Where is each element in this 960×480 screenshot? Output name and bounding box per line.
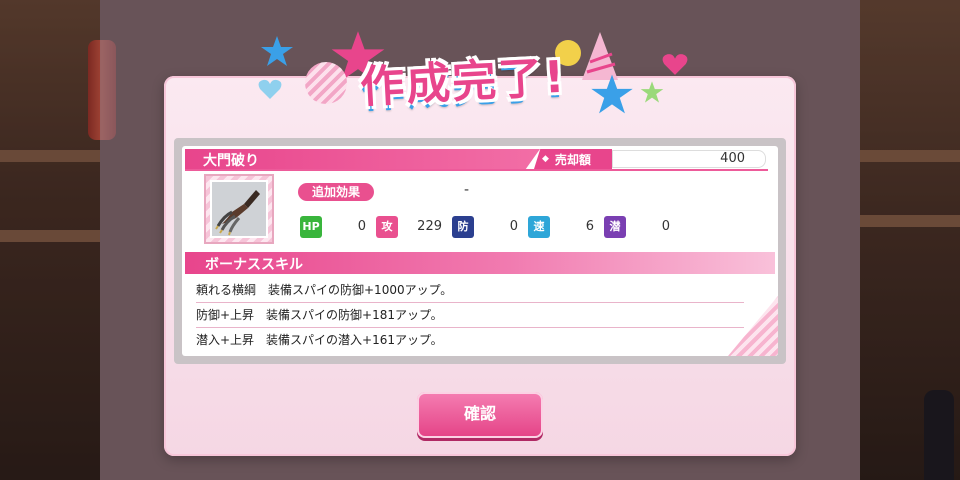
- striped-circle-decoration: [305, 62, 347, 104]
- stat-attack-badge: 攻: [376, 216, 398, 238]
- item-detail-frame: 大門破り ◆ 売却額 400 追加効果 - HP 0 攻 229 防 0 速 6…: [174, 138, 786, 364]
- stat-hp-badge: HP: [300, 216, 322, 238]
- stat-defense-value: 0: [509, 219, 518, 234]
- dialog-title: 作成完了!: [359, 51, 568, 114]
- diamond-icon: ◆: [542, 154, 549, 164]
- stat-speed-value: 6: [585, 219, 594, 234]
- item-name-bar: 大門破り: [185, 149, 540, 169]
- heart-icon: [258, 79, 282, 99]
- star-icon: [591, 74, 633, 114]
- stat-speed-badge: 速: [528, 216, 550, 238]
- stat-hp-value: 0: [357, 219, 366, 234]
- sell-value: 400: [612, 150, 766, 168]
- star-icon: [261, 36, 293, 66]
- claw-weapon-icon: [215, 190, 260, 236]
- stat-attack-value: 229: [417, 219, 442, 234]
- bonus-skill-row: 防御+上昇 装備スパイの防御+181アップ。: [196, 303, 744, 328]
- star-icon: [640, 81, 664, 103]
- title-banner: 作成完了!: [250, 26, 710, 136]
- heart-icon: [662, 54, 688, 75]
- bonus-skill-header: ボーナススキル: [185, 252, 775, 274]
- bonus-skill-row: 潜入+上昇 装備スパイの潜入+161アップ。: [196, 333, 443, 347]
- item-icon-frame: [204, 174, 274, 244]
- stat-stealth-value: 0: [661, 219, 670, 234]
- sell-price: ◆ 売却額 400: [534, 149, 766, 169]
- stat-stealth-badge: 潜: [604, 216, 626, 238]
- additional-effect-label: 追加効果: [298, 183, 374, 201]
- item-name: 大門破り: [203, 153, 259, 169]
- sell-label-tag: ◆ 売却額: [534, 149, 612, 169]
- confirm-button[interactable]: 確認: [417, 392, 543, 438]
- stat-defense-badge: 防: [452, 216, 474, 238]
- additional-effect-value: -: [464, 182, 470, 198]
- item-card: 大門破り ◆ 売却額 400 追加効果 - HP 0 攻 229 防 0 速 6…: [182, 146, 778, 356]
- bonus-skill-title: ボーナススキル: [205, 257, 303, 273]
- bonus-skill-row: 頼れる横綱 装備スパイの防御+1000アップ。: [196, 278, 744, 303]
- stats-row: HP 0 攻 229 防 0 速 6 潜 0: [300, 216, 760, 240]
- name-underline: [185, 169, 768, 171]
- sell-label: 売却額: [554, 152, 591, 167]
